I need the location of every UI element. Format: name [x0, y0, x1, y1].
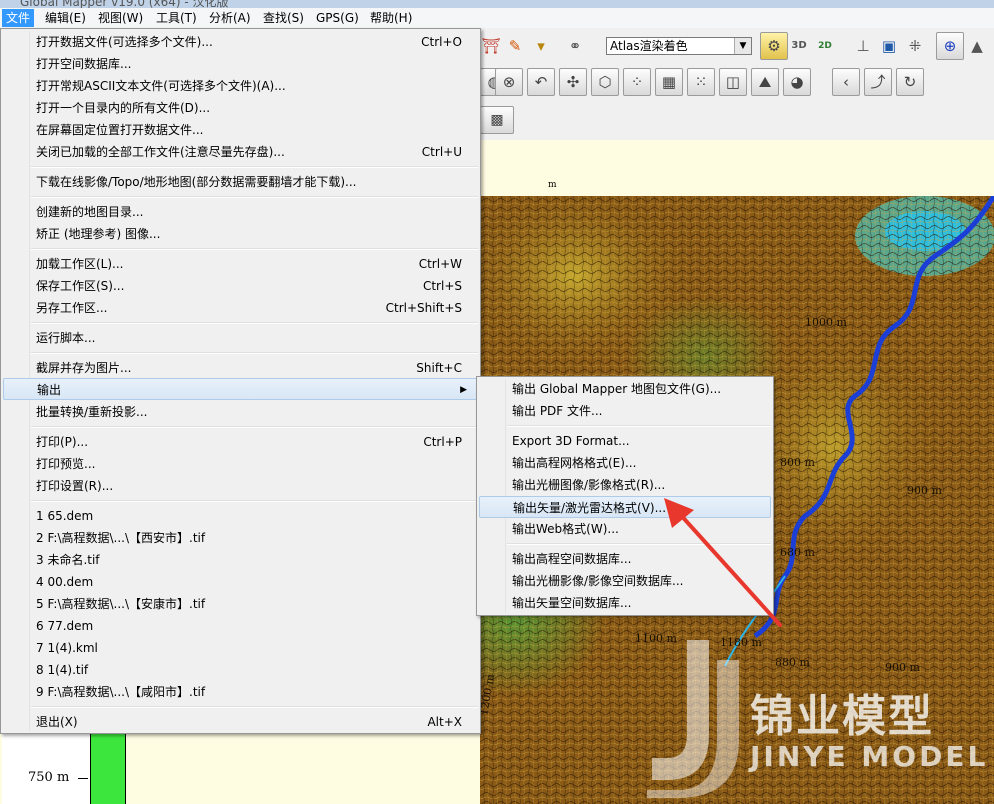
annotation-arrow-icon	[664, 498, 782, 627]
